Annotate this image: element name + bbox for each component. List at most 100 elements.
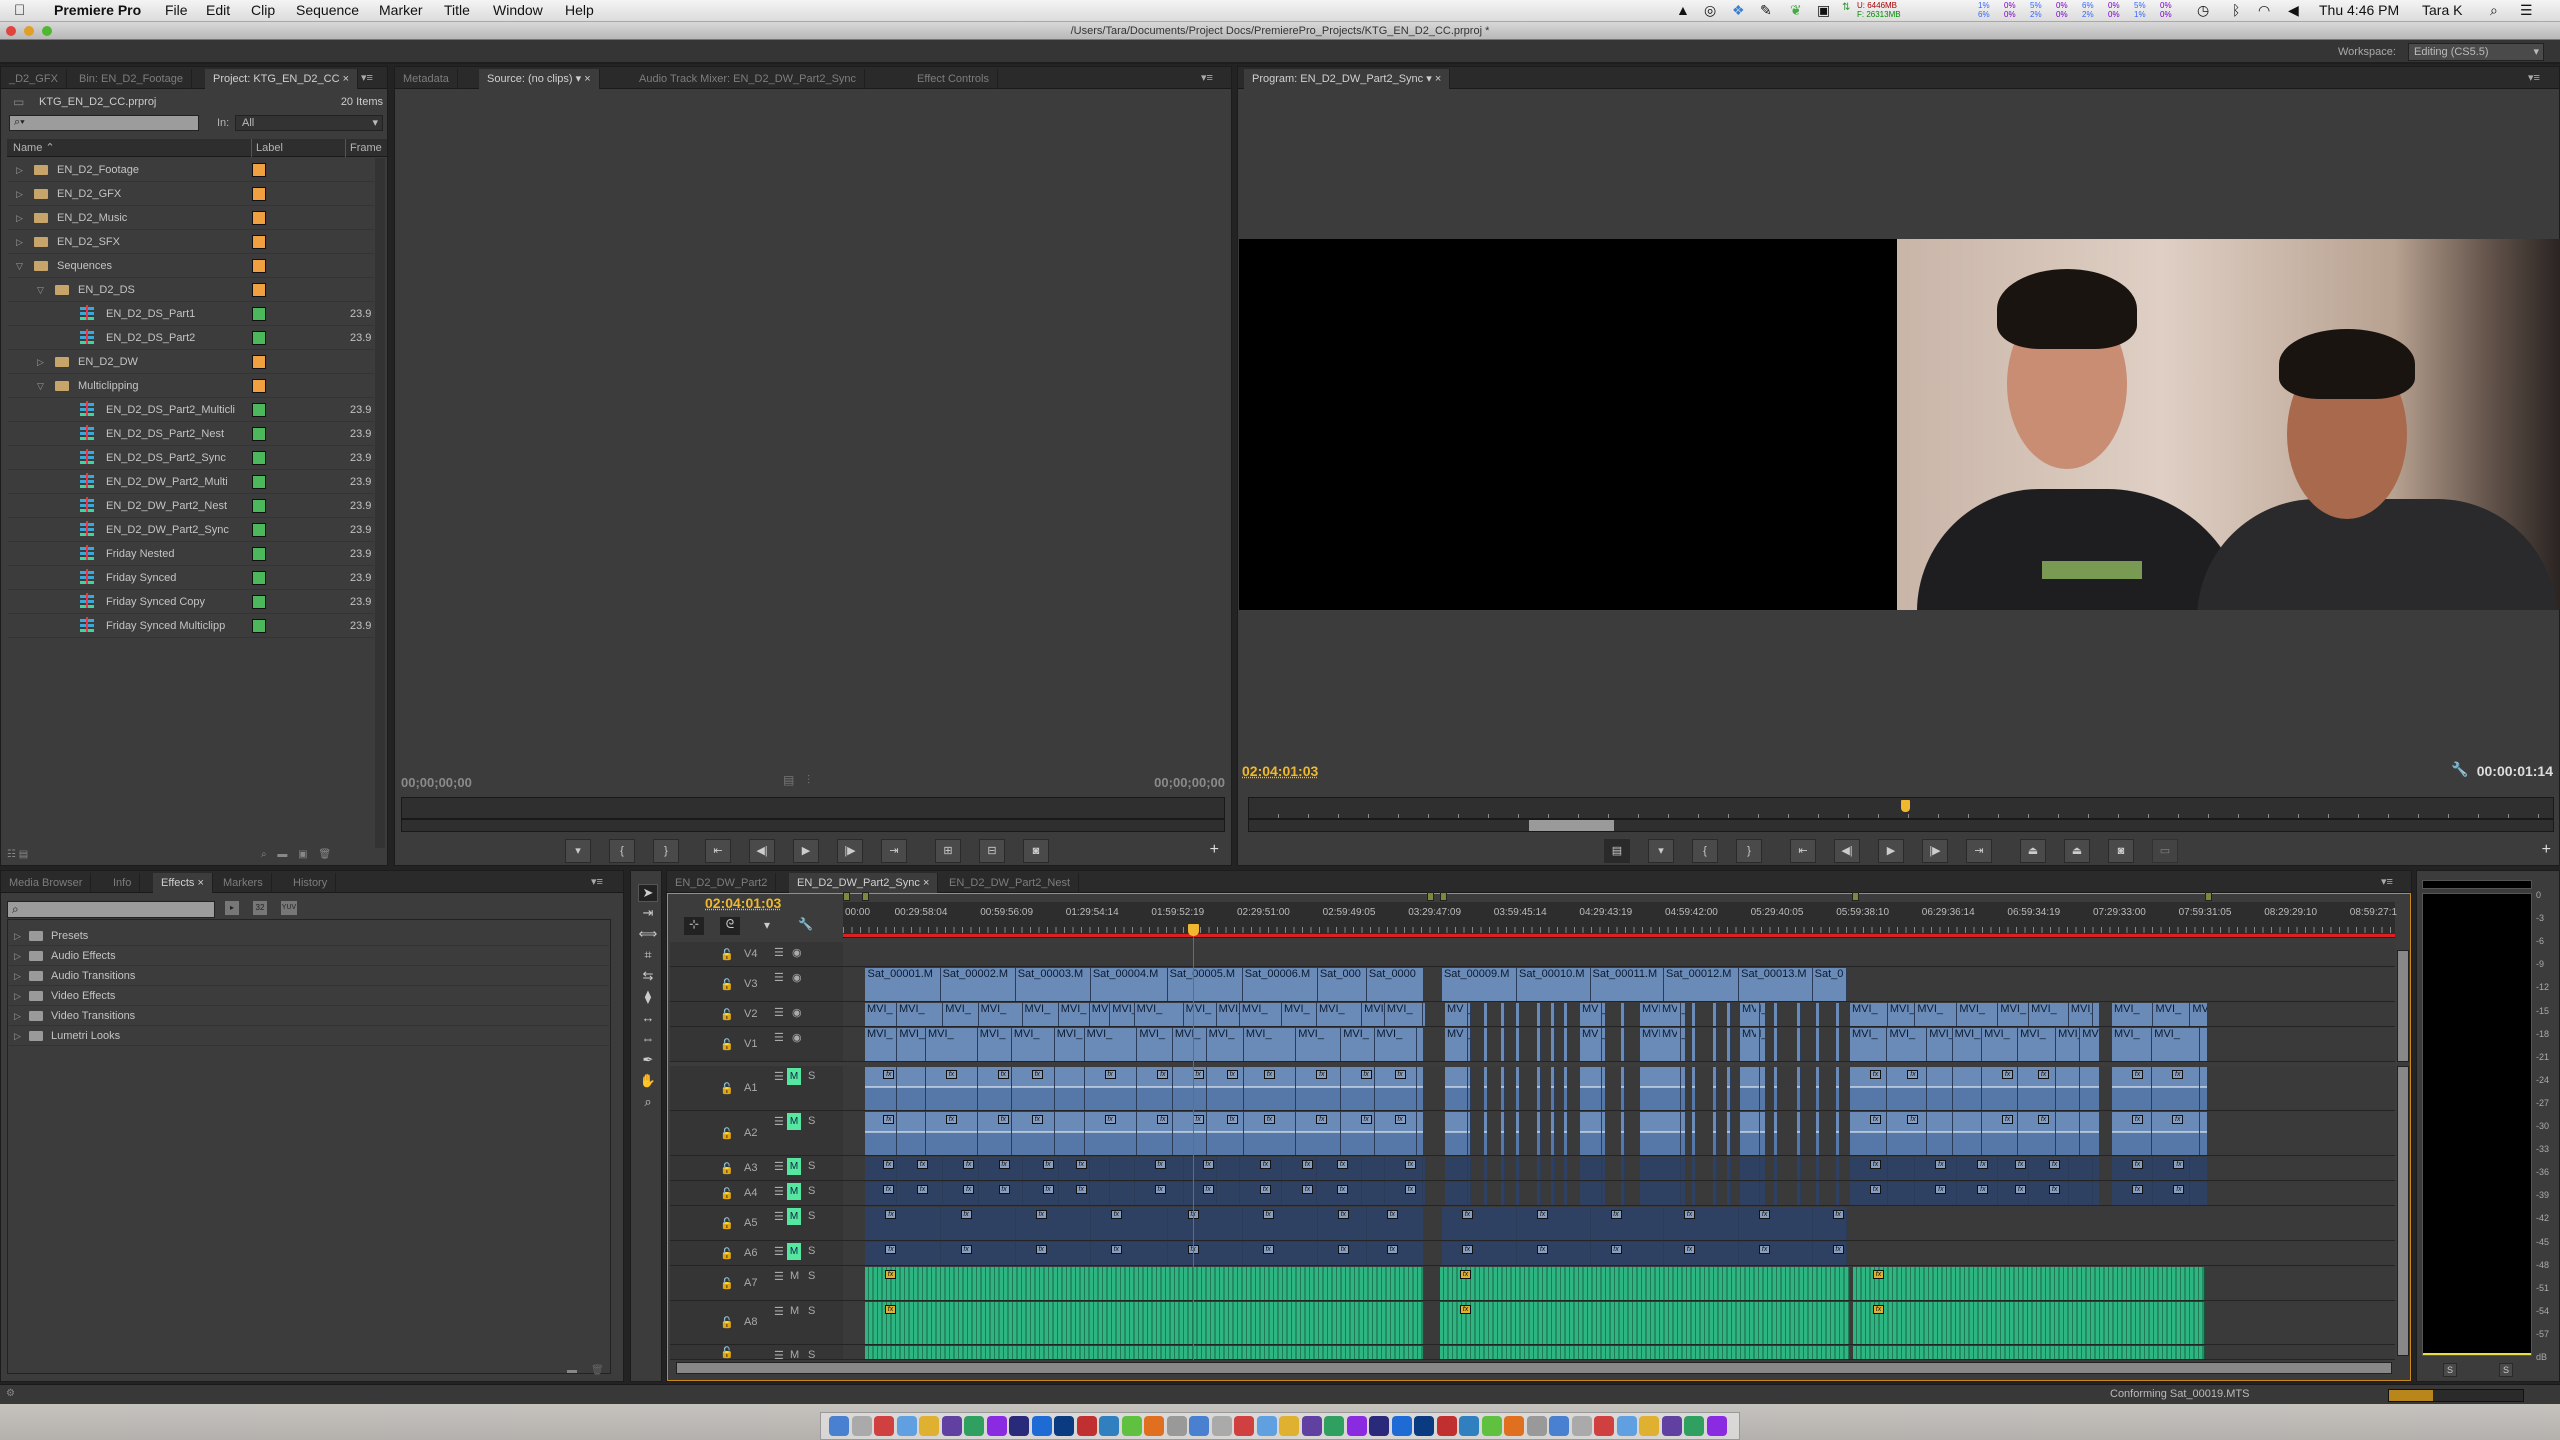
timeline-clip[interactable] — [1692, 1028, 1696, 1061]
timeline-clip[interactable] — [1621, 1157, 1625, 1180]
trash-icon[interactable]: 🗑 — [318, 849, 331, 860]
mute-button[interactable]: M — [787, 1158, 801, 1175]
tab-footage-bin[interactable]: Bin: EN_D2_Footage — [71, 69, 192, 89]
timeline-clip[interactable] — [1740, 1112, 1766, 1155]
timeline-clip[interactable]: Sat_00002.M — [940, 968, 1016, 1001]
timeline-clip[interactable]: fx — [1090, 1207, 1168, 1240]
project-item[interactable]: ▷ EN_D2_Footage — [8, 158, 374, 182]
timeline-clip[interactable]: fx — [1239, 1182, 1282, 1205]
timeline-clip[interactable]: fx — [1296, 1112, 1342, 1155]
fx-badge[interactable]: fx — [1316, 1070, 1328, 1079]
fx-badge[interactable]: fx — [998, 1185, 1010, 1194]
selection-tool-icon[interactable]: ➤ — [638, 884, 658, 902]
solo-right-button[interactable]: S — [2499, 1363, 2513, 1377]
timeline-clip[interactable] — [1537, 1067, 1541, 1110]
sequence-marker[interactable] — [843, 892, 850, 901]
project-item[interactable]: EN_D2_DS_Part2 23.9 — [8, 326, 374, 350]
add-button-icon[interactable]: + — [1210, 841, 1219, 859]
sequence-marker[interactable] — [1440, 892, 1447, 901]
timeline-clip[interactable]: fx — [1739, 1242, 1813, 1265]
sync-lock-icon[interactable]: ☰ — [774, 1210, 784, 1223]
timeline-clip[interactable] — [1416, 1112, 1424, 1155]
timeline-clip[interactable] — [1580, 1182, 1606, 1205]
timeline-clip[interactable] — [1564, 1067, 1568, 1110]
label-swatch[interactable] — [252, 379, 266, 393]
dock-app-icon[interactable] — [1549, 1416, 1569, 1436]
solo-button[interactable]: S — [808, 1210, 815, 1222]
fx-badge[interactable]: fx — [1977, 1160, 1989, 1169]
fx-badge[interactable]: fx — [998, 1160, 1010, 1169]
source-timecode-in[interactable]: 00;00;00;00 — [401, 775, 472, 790]
close-icon[interactable]: × — [584, 73, 590, 85]
timeline-clip[interactable]: fx — [925, 1067, 978, 1110]
timeline-clip[interactable]: fx — [1887, 1112, 1928, 1155]
effects-search-input[interactable]: ⌕ — [7, 901, 215, 918]
dock-app-icon[interactable] — [1706, 1416, 1727, 1436]
timeline-clip[interactable]: MVI_ — [1183, 1003, 1217, 1026]
fx-badge[interactable]: fx — [1537, 1245, 1549, 1254]
fx-badge[interactable]: fx — [885, 1270, 896, 1279]
timeline-clip[interactable] — [1727, 1028, 1731, 1061]
fx-badge[interactable]: fx — [1104, 1115, 1116, 1124]
timeline-clip[interactable] — [1484, 1157, 1488, 1180]
32-bit-effects-icon[interactable]: 32 — [253, 901, 267, 915]
timeline-clip[interactable]: fx — [978, 1157, 1023, 1180]
fx-badge[interactable]: fx — [1610, 1210, 1622, 1219]
timeline-clip[interactable]: fx — [1850, 1157, 1888, 1180]
timeline-clip[interactable]: fx — [865, 1242, 941, 1265]
fx-badge[interactable]: fx — [1460, 1305, 1471, 1314]
fx-badge[interactable]: fx — [885, 1245, 897, 1254]
add-marker-button[interactable]: ▾ — [565, 839, 591, 863]
dock-app-icon[interactable] — [1009, 1416, 1029, 1436]
timeline-clip[interactable] — [2093, 1157, 2100, 1180]
project-item[interactable]: ▷ EN_D2_SFX — [8, 230, 374, 254]
fx-badge[interactable]: fx — [1404, 1185, 1416, 1194]
timeline-clip[interactable] — [1797, 1003, 1801, 1026]
timeline-clip[interactable]: fx — [1183, 1182, 1217, 1205]
pen-tool-icon[interactable]: ✒ — [638, 1052, 658, 1070]
timeline-clip[interactable]: MVI_ — [1740, 1028, 1766, 1061]
playhead-handle[interactable] — [1188, 924, 1199, 936]
fx-badge[interactable]: fx — [1042, 1160, 1054, 1169]
timeline-clip[interactable] — [1484, 1112, 1488, 1155]
fx-badge[interactable]: fx — [1336, 1185, 1348, 1194]
label-swatch[interactable] — [252, 187, 266, 201]
timeline-clip[interactable] — [1816, 1067, 1820, 1110]
project-item[interactable]: ▷ EN_D2_Music — [8, 206, 374, 230]
timeline-clip[interactable]: Sat_00010.M — [1517, 968, 1591, 1001]
timeline-clip[interactable] — [1580, 1112, 1606, 1155]
timeline-clip[interactable] — [1816, 1028, 1820, 1061]
timeline-clip[interactable]: Sat_00001.M — [865, 968, 941, 1001]
timeline-clip[interactable]: MVI_ — [1316, 1003, 1363, 1026]
timeline-clip[interactable]: fx — [1982, 1067, 2019, 1110]
timeline-clip[interactable]: fx — [2018, 1067, 2057, 1110]
menu-file[interactable]: File — [165, 2, 188, 18]
timeline-clip[interactable] — [897, 1067, 926, 1110]
disclosure-open-icon[interactable]: ▽ — [37, 278, 44, 302]
project-item[interactable]: EN_D2_DS_Part1 23.9 — [8, 302, 374, 326]
solo-button[interactable]: S — [808, 1305, 815, 1317]
sync-lock-icon[interactable]: ☰ — [774, 1031, 784, 1044]
project-item[interactable]: EN_D2_DS_Part2_Multicli 23.9 — [8, 398, 374, 422]
mute-button[interactable]: M — [790, 1270, 799, 1282]
timeline-clip[interactable]: fx — [1374, 1067, 1417, 1110]
label-swatch[interactable] — [252, 595, 266, 609]
eye-icon[interactable]: ◉ — [792, 1031, 802, 1044]
timeline-clip[interactable] — [1887, 1182, 1916, 1205]
timeline-clip[interactable] — [1362, 1157, 1385, 1180]
timeline-clip[interactable] — [1677, 1112, 1681, 1155]
timeline-clip[interactable] — [1836, 1182, 1840, 1205]
label-swatch[interactable] — [252, 547, 266, 561]
timeline-clip[interactable] — [1089, 1157, 1111, 1180]
timeline-clip[interactable]: fx — [865, 1207, 941, 1240]
menu-sequence[interactable]: Sequence — [296, 2, 359, 18]
fx-badge[interactable]: fx — [1259, 1160, 1271, 1169]
fx-badge[interactable]: fx — [945, 1070, 957, 1079]
timeline-clip[interactable] — [1756, 1112, 1760, 1155]
play-button[interactable]: ▶ — [793, 839, 819, 863]
timeline-clip[interactable]: fx — [1172, 1112, 1207, 1155]
fx-badge[interactable]: fx — [1759, 1245, 1771, 1254]
tab-sequence-part2-sync[interactable]: EN_D2_DW_Part2_Sync × — [789, 873, 939, 893]
menu-title[interactable]: Title — [444, 2, 470, 18]
timeline-clip[interactable] — [1564, 1112, 1568, 1155]
